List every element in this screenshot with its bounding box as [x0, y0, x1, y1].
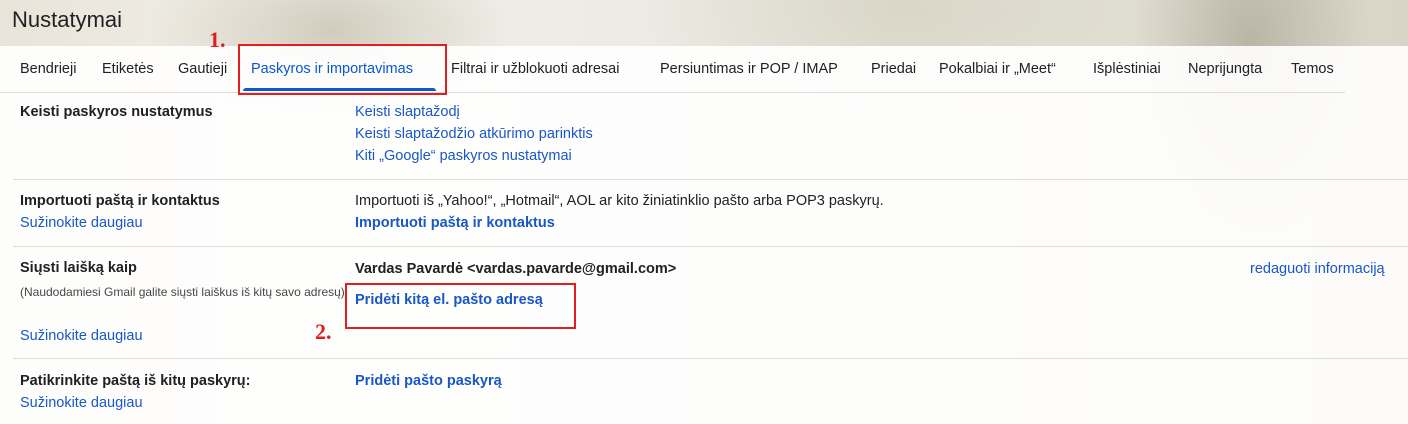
tab-labels[interactable]: Etiketės — [102, 61, 154, 77]
tab-general[interactable]: Bendrieji — [20, 61, 76, 77]
edit-info-link[interactable]: redaguoti informaciją — [1250, 261, 1385, 277]
import-mail-contacts-link[interactable]: Importuoti paštą ir kontaktus — [355, 215, 555, 231]
check-mail-learn-more-link[interactable]: Sužinokite daugiau — [20, 395, 143, 411]
section-divider — [13, 246, 1408, 247]
add-mail-account-link[interactable]: Pridėti pašto paskyrą — [355, 373, 502, 389]
send-as-learn-more-link[interactable]: Sužinokite daugiau — [20, 328, 143, 344]
import-label: Importuoti paštą ir kontaktus — [20, 193, 220, 209]
annotation-number-step1: 1. — [209, 27, 226, 52]
section-divider — [13, 358, 1408, 359]
tab-addons[interactable]: Priedai — [871, 61, 916, 77]
send-as-address: Vardas Pavardė <vardas.pavarde@gmail.com… — [355, 261, 677, 277]
settings-tabs: Bendrieji Etiketės Gautieji Paskyros ir … — [0, 46, 1345, 93]
tab-offline[interactable]: Neprijungta — [1188, 61, 1262, 77]
annotation-box-step1 — [238, 44, 447, 95]
change-account-label: Keisti paskyros nustatymus — [20, 104, 213, 120]
tab-themes[interactable]: Temos — [1291, 61, 1334, 77]
send-as-description: (Naudodamiesi Gmail galite siųsti laišku… — [20, 285, 345, 299]
send-as-label: Siųsti laišką kaip — [20, 260, 137, 276]
section-divider — [13, 179, 1408, 180]
tab-filters[interactable]: Filtrai ir užblokuoti adresai — [451, 61, 619, 77]
annotation-box-step2 — [345, 283, 576, 329]
page-title: Nustatymai — [12, 7, 123, 32]
tab-advanced[interactable]: Išplėstiniai — [1093, 61, 1161, 77]
settings-panel — [0, 46, 1408, 424]
tab-forwarding[interactable]: Persiuntimas ir POP / IMAP — [660, 61, 838, 77]
change-password-link[interactable]: Keisti slaptažodį — [355, 104, 460, 120]
google-account-settings-link[interactable]: Kiti „Google“ paskyros nustatymai — [355, 148, 572, 164]
recovery-options-link[interactable]: Keisti slaptažodžio atkūrimo parinktis — [355, 126, 593, 142]
tab-inbox[interactable]: Gautieji — [178, 61, 227, 77]
import-learn-more-link[interactable]: Sužinokite daugiau — [20, 215, 143, 231]
tab-chat-meet[interactable]: Pokalbiai ir „Meet“ — [939, 61, 1056, 77]
import-description: Importuoti iš „Yahoo!“, „Hotmail“, AOL a… — [355, 193, 884, 209]
check-mail-label: Patikrinkite paštą iš kitų paskyrų: — [20, 373, 251, 389]
annotation-number-step2: 2. — [315, 319, 332, 344]
